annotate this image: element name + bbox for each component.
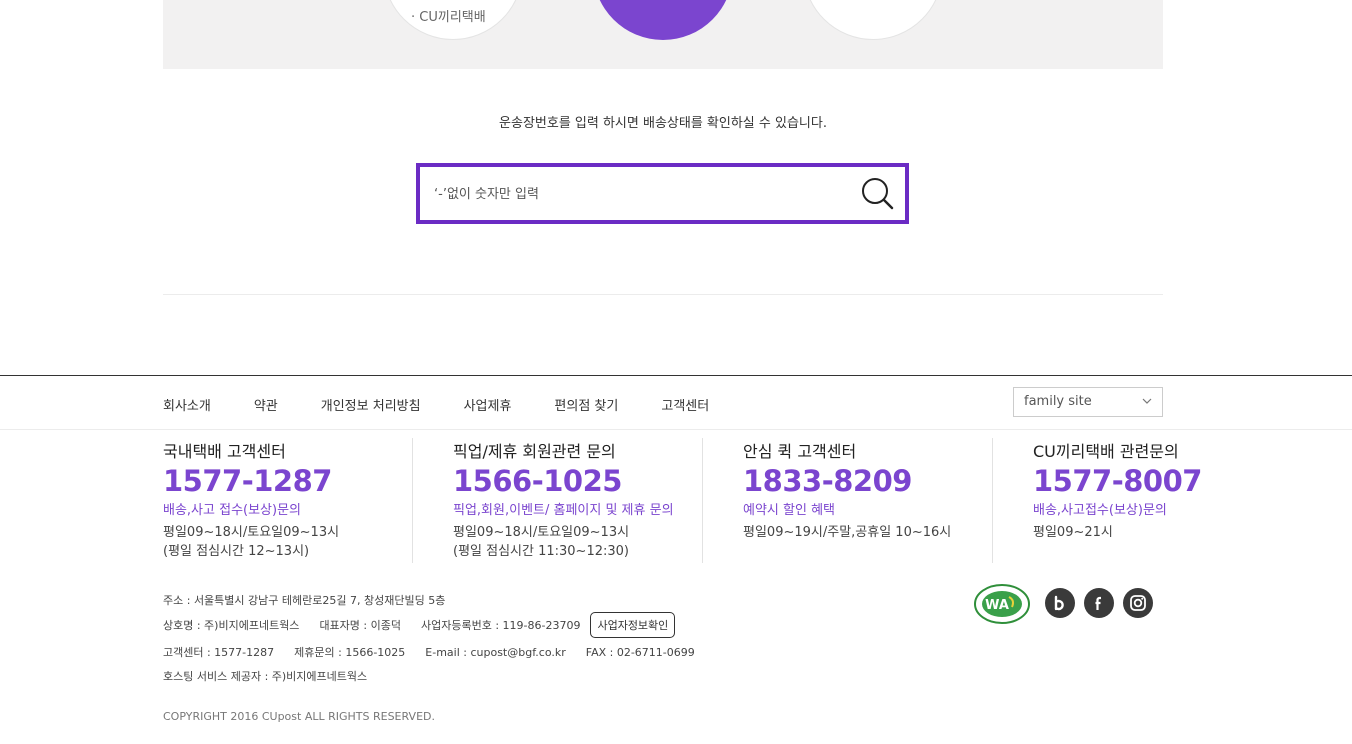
column-divider — [992, 438, 993, 563]
company-email: E-mail : cupost@bgf.co.kr — [425, 645, 566, 659]
footer-nav-divider — [0, 429, 1352, 430]
cs-title: 국내택배 고객센터 — [163, 442, 286, 461]
cs-hours-line: (평일 점심시간 11:30~12:30) — [453, 544, 629, 559]
cs-hours-line: 평일09~21시 — [1033, 525, 1113, 540]
footer-link-store-finder[interactable]: 편의점 찾기 — [554, 395, 618, 414]
cs-title: 픽업/제휴 회원관련 문의 — [453, 442, 616, 461]
instagram-button[interactable] — [1123, 588, 1153, 618]
footer-link-customer-center[interactable]: 고객센터 — [661, 395, 709, 414]
cs-hours: 평일09~18시/토요일09~13시 (평일 점심시간 12~13시) — [163, 523, 453, 561]
company-ceo: 대표자명 : 이종덕 — [319, 619, 401, 632]
section-divider — [163, 294, 1163, 295]
cs-pickup: 픽업/제휴 회원관련 문의 1566-1025 픽업,회원,이벤트/ 홈페이지 … — [453, 438, 743, 561]
company-info: 주소 : 서울특별시 강남구 테헤란로25길 7, 창성재단빌딩 5층 상호명 … — [163, 590, 715, 688]
column-divider — [412, 438, 413, 563]
service-circle-active[interactable] — [593, 0, 733, 40]
cs-phone[interactable]: 1566-1025 — [453, 464, 743, 498]
company-partner-phone: 제휴문의 : 1566-1025 — [294, 646, 406, 659]
cs-title: CU끼리택배 관련문의 — [1033, 442, 1179, 461]
web-accessibility-badge[interactable]: WA — [973, 583, 1031, 625]
facebook-icon — [1095, 596, 1101, 610]
wa-mark-icon: WA — [974, 584, 1030, 624]
family-site-label: family site — [1024, 394, 1092, 409]
footer-top-border — [0, 375, 1352, 376]
company-fax: FAX : 02-6711-0699 — [585, 645, 695, 659]
cs-hours-line: 평일09~19시/주말,공휴일 10~16시 — [743, 525, 952, 540]
column-divider — [702, 438, 703, 563]
cs-quick: 안심 퀵 고객센터 1833-8209 예약시 할인 혜택 평일09~19시/주… — [743, 438, 1033, 542]
footer-link-privacy[interactable]: 개인정보 처리방침 — [321, 395, 421, 414]
footer-nav: 회사소개 약관 개인정보 처리방침 사업제휴 편의점 찾기 고객센터 — [163, 395, 752, 414]
cs-hours-line: 평일09~18시/토요일09~13시 — [453, 525, 630, 540]
service-circle-other[interactable] — [803, 0, 943, 40]
tracking-description: 운송장번호를 입력 하시면 배송상태를 확인하실 수 있습니다. — [499, 116, 827, 131]
chevron-down-icon — [1142, 398, 1152, 404]
cs-hours-line: (평일 점심시간 12~13시) — [163, 544, 310, 559]
instagram-icon — [1130, 595, 1146, 611]
blog-button[interactable] — [1045, 588, 1075, 618]
company-hosting: 호스팅 서비스 제공자 : 주)비지에프네트웍스 — [163, 670, 368, 683]
cs-phone[interactable]: 1577-1287 — [163, 464, 453, 498]
cs-sub: 예약시 할인 혜택 — [743, 503, 835, 518]
footer-link-terms[interactable]: 약관 — [254, 395, 278, 414]
service-circle-label[interactable]: · CU끼리택배 — [411, 6, 486, 25]
company-address: 주소 : 서울특별시 강남구 테헤란로25길 7, 창성재단빌딩 5층 — [163, 594, 446, 607]
footer-link-company[interactable]: 회사소개 — [163, 395, 211, 414]
family-site-select[interactable]: family site — [1013, 387, 1163, 417]
facebook-button[interactable] — [1084, 588, 1114, 618]
cs-hours-line: 평일09~18시/토요일09~13시 — [163, 525, 340, 540]
cs-sub: 배송,사고 접수(보상)문의 — [163, 503, 302, 518]
cs-title: 안심 퀵 고객센터 — [743, 442, 857, 461]
tracking-search-box — [416, 163, 909, 224]
cs-hours: 평일09~21시 — [1033, 523, 1233, 542]
copyright: COPYRIGHT 2016 CUpost ALL RIGHTS RESERVE… — [163, 710, 435, 723]
cs-sub: 픽업,회원,이벤트/ 홈페이지 및 제휴 문의 — [453, 503, 674, 518]
cs-phone[interactable]: 1833-8209 — [743, 464, 1033, 498]
cs-phone[interactable]: 1577-8007 — [1033, 464, 1233, 498]
blog-icon — [1054, 595, 1064, 611]
company-name: 상호명 : 주)비지에프네트웍스 — [163, 619, 300, 632]
footer-link-partnership[interactable]: 사업제휴 — [464, 395, 512, 414]
cs-cu-delivery: CU끼리택배 관련문의 1577-8007 배송,사고접수(보상)문의 평일09… — [1033, 438, 1233, 542]
search-button[interactable] — [861, 177, 895, 211]
cs-hours: 평일09~19시/주말,공휴일 10~16시 — [743, 523, 1033, 542]
company-cs-phone: 고객센터 : 1577-1287 — [163, 646, 275, 659]
search-icon — [862, 178, 894, 210]
biz-info-check-button[interactable]: 사업자정보확인 — [590, 612, 676, 638]
cs-sub: 배송,사고접수(보상)문의 — [1033, 503, 1167, 518]
wa-text: WA — [985, 598, 1009, 613]
tracking-number-input[interactable] — [434, 181, 854, 207]
cs-domestic: 국내택배 고객센터 1577-1287 배송,사고 접수(보상)문의 평일09~… — [163, 438, 453, 561]
service-selector-band: · CU끼리택배 — [163, 0, 1163, 69]
cs-hours: 평일09~18시/토요일09~13시 (평일 점심시간 11:30~12:30) — [453, 523, 743, 561]
company-biz-no: 사업자등록번호 : 119-86-23709 — [420, 619, 581, 632]
